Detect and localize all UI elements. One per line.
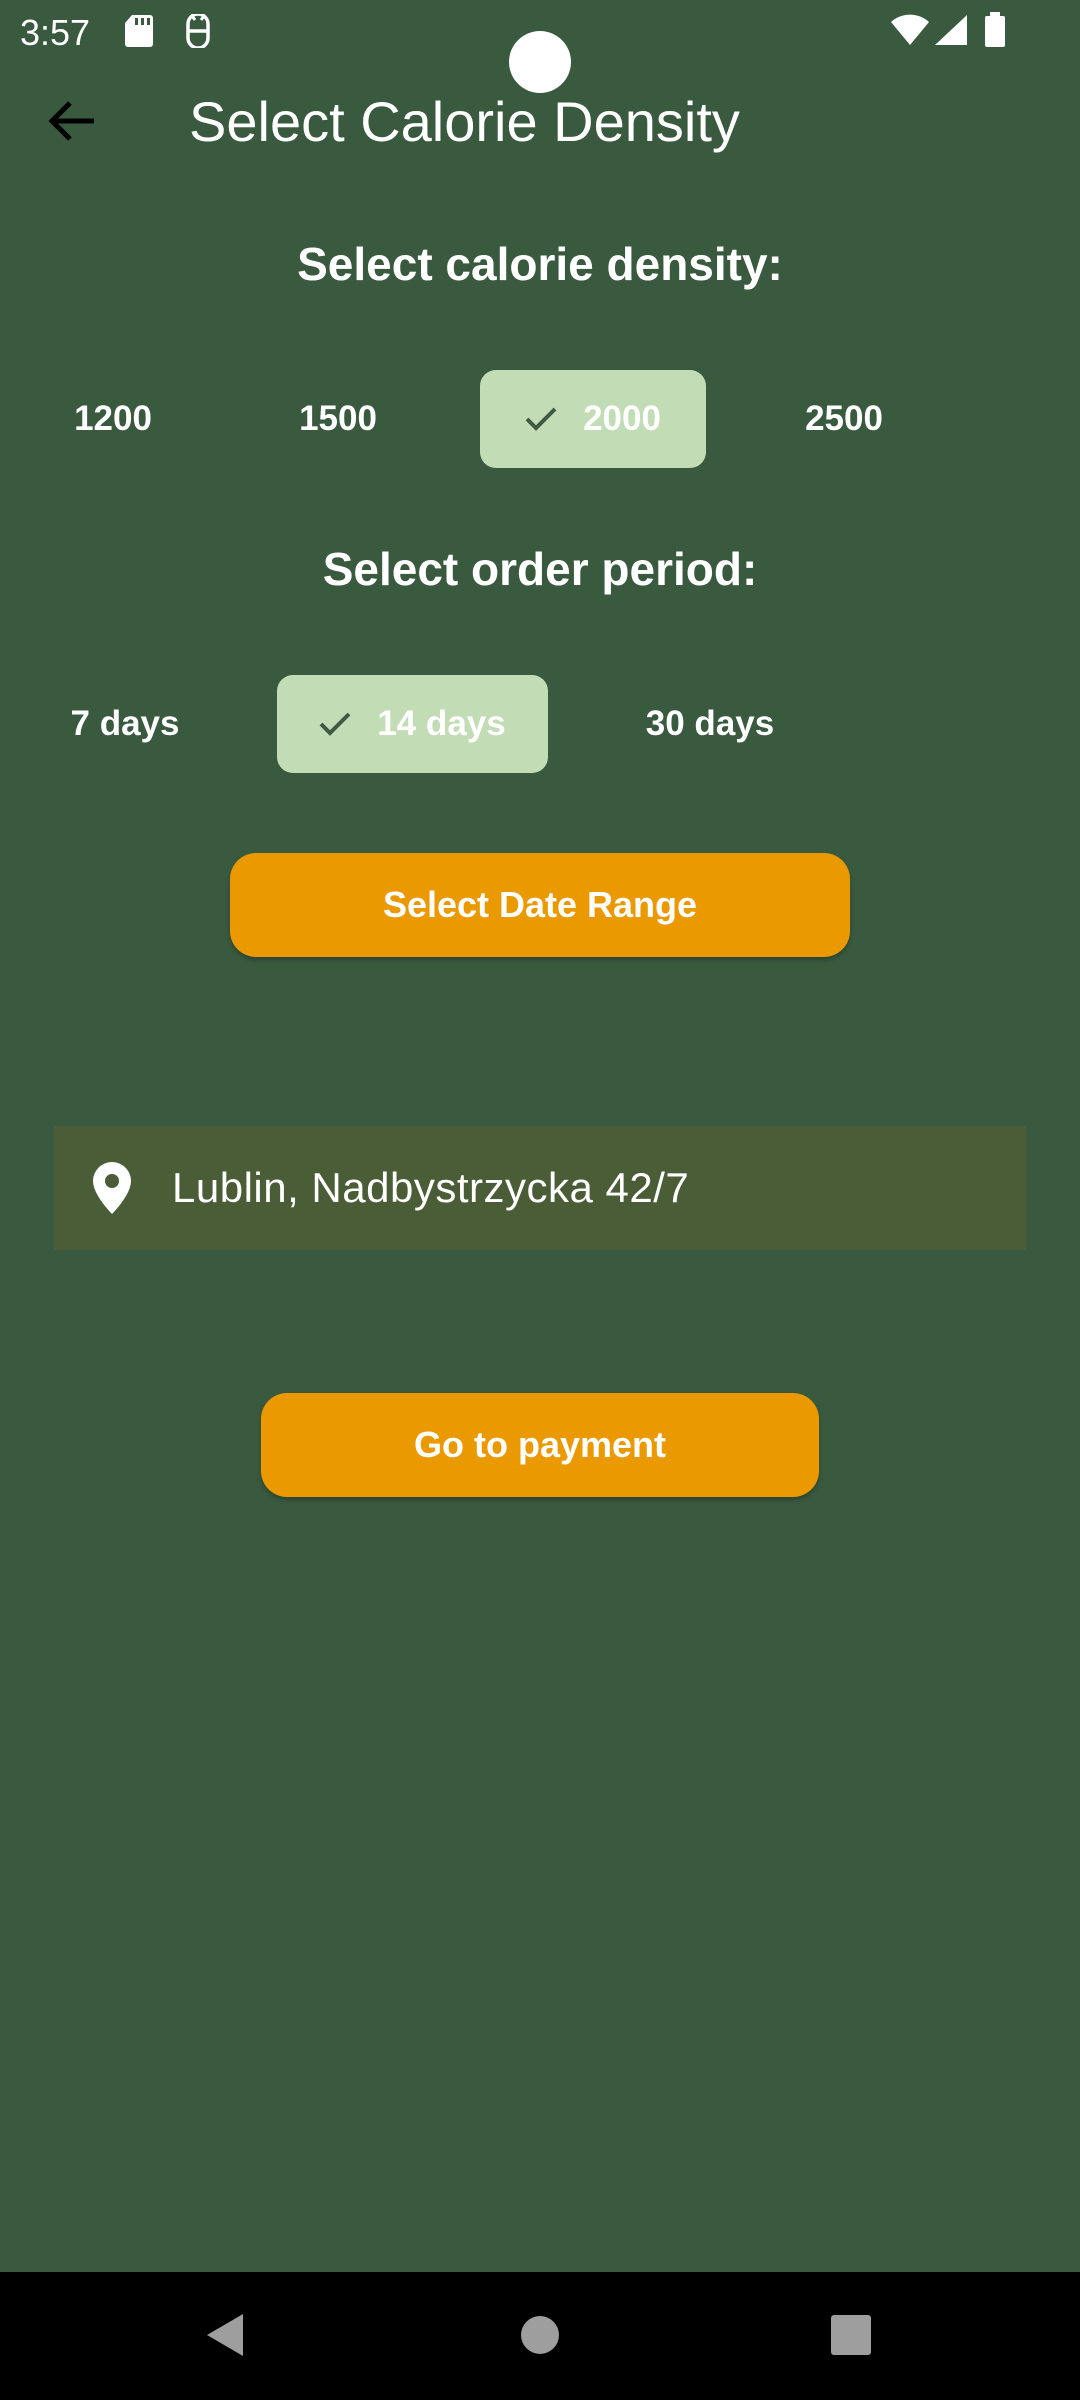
button-label: Select Date Range	[382, 884, 698, 925]
screen: 3:57 Select Calorie Density Select calor…	[0, 0, 1080, 2400]
chip-label: 7 days	[70, 704, 180, 743]
address-value: Lublin, Nadbystrzycka 42/7	[172, 1164, 690, 1211]
period-option-7-days[interactable]: 7 days	[45, 675, 205, 773]
status-time: 3:57	[20, 12, 91, 53]
calorie-option-2000[interactable]: 2000	[480, 370, 706, 468]
battery-icon	[984, 12, 1006, 53]
back-button[interactable]	[36, 90, 108, 156]
chip-label: 2000	[583, 399, 661, 438]
address-field[interactable]: Lublin, Nadbystrzycka 42/7	[54, 1126, 1026, 1250]
select-date-range-button[interactable]: Select Date Range	[230, 853, 850, 957]
check-icon	[525, 406, 557, 432]
sd-card-icon	[124, 14, 154, 53]
chip-label: 1500	[299, 399, 377, 438]
nav-home-button[interactable]	[505, 2302, 575, 2372]
system-nav-bar	[0, 2272, 1080, 2400]
period-option-30-days[interactable]: 30 days	[624, 675, 796, 773]
nav-back-button[interactable]	[190, 2302, 260, 2372]
chip-label: 14 days	[377, 704, 506, 743]
wifi-icon	[890, 14, 930, 51]
nav-recents-button[interactable]	[816, 2302, 886, 2372]
period-option-14-days[interactable]: 14 days	[277, 675, 548, 773]
signal-icon	[934, 14, 968, 51]
calorie-option-1500[interactable]: 1500	[270, 370, 406, 468]
chip-label: 2500	[805, 399, 883, 438]
home-circle-icon	[520, 2315, 560, 2360]
go-to-payment-button[interactable]: Go to payment	[261, 1393, 819, 1497]
location-pin-icon	[92, 1161, 132, 1215]
calorie-option-2500[interactable]: 2500	[776, 370, 912, 468]
chip-label: 1200	[74, 399, 152, 438]
calorie-option-1200[interactable]: 1200	[45, 370, 181, 468]
back-triangle-icon	[205, 2312, 245, 2363]
app-bar: Select Calorie Density	[0, 62, 1080, 182]
calorie-density-heading: Select calorie density:	[297, 238, 783, 290]
button-label: Go to payment	[413, 1424, 667, 1465]
arrow-back-icon	[48, 99, 96, 148]
status-bar: 3:57	[0, 0, 1080, 93]
check-icon	[319, 711, 351, 737]
page-title: Select Calorie Density	[189, 90, 740, 153]
order-period-heading: Select order period:	[322, 543, 758, 595]
recents-square-icon	[830, 2314, 872, 2361]
debug-icon	[182, 12, 214, 53]
chip-label: 30 days	[645, 704, 775, 743]
